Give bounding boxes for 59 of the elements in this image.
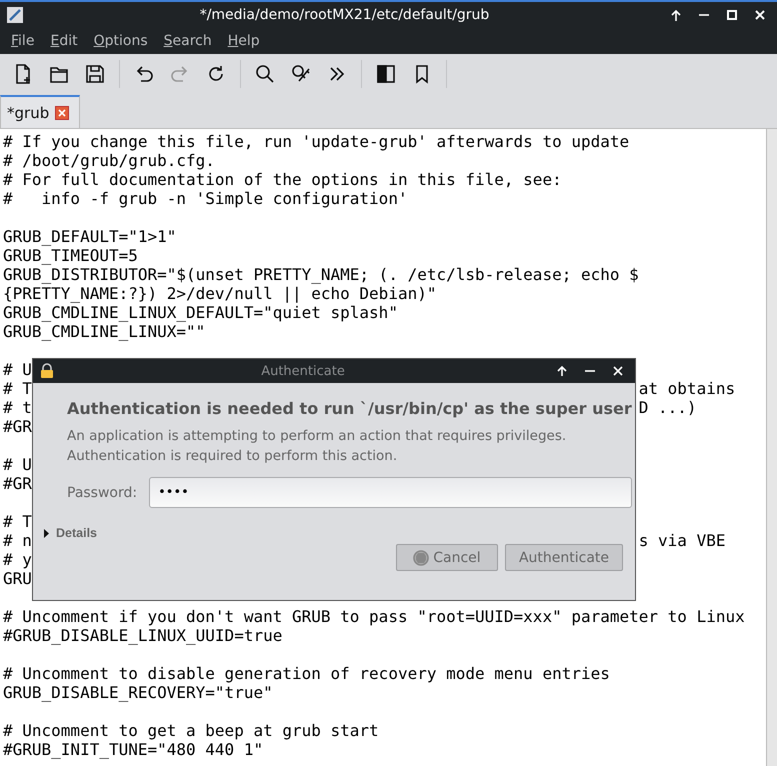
side-pane-icon [375, 62, 397, 84]
code-line: # Uncomment to disable generation of recovery mode menu entries [3, 664, 610, 683]
close-icon [612, 365, 624, 377]
code-line: #GRUB_DISABLE_LINUX_UUID=true [3, 626, 282, 645]
dialog-message: An application is attempting to perform an action that requires privileges. [67, 427, 568, 446]
code-line: #GR [3, 417, 32, 436]
password-label: Password: [67, 484, 138, 500]
file-tab[interactable]: *grub [0, 95, 80, 128]
collapsed-triangle-icon [43, 528, 51, 538]
code-line: # U [3, 455, 32, 474]
code-line: # T [3, 379, 32, 398]
code-line: # t [3, 398, 32, 417]
close-icon [754, 9, 766, 21]
code-line: # info -f grub -n 'Simple configuration' [3, 189, 408, 208]
details-expander[interactable]: Details [43, 526, 97, 540]
code-line: GRUB_CMDLINE_LINUX_DEFAULT="quiet splash" [3, 303, 398, 322]
close-icon [57, 108, 68, 118]
search-icon [254, 62, 276, 84]
code-line: # U [3, 360, 32, 379]
code-line: GRUB_TIMEOUT=5 [3, 246, 138, 265]
menu-item[interactable]: Help [220, 31, 267, 51]
code-line: {PRETTY_NAME:?}) 2>/dev/null || echo Debian)" [3, 284, 436, 303]
menu-item[interactable]: Options [86, 31, 155, 51]
tab-close-button[interactable] [55, 106, 70, 120]
menu-item[interactable]: Search [156, 31, 219, 51]
code-line: at obtains [638, 379, 736, 398]
code-line: D ...) [638, 398, 697, 417]
code-line: GRUB_DEFAULT="1>1" [3, 227, 176, 246]
code-line: # /boot/grub/grub.cfg. [3, 151, 215, 170]
window-title: */media/demo/rootMX21/etc/default/grub [198, 7, 490, 23]
password-field[interactable]: •••• [149, 477, 632, 508]
tab-label: *grub [7, 104, 50, 122]
stop-icon [413, 550, 430, 566]
menu-item[interactable]: Edit [43, 31, 85, 51]
code-line: # If you change this file, run 'update-grub' afterwards to update [3, 132, 630, 151]
up-arrow-icon [670, 8, 682, 22]
menu-item[interactable]: File [4, 31, 42, 51]
code-line: s via VBE [638, 531, 726, 550]
code-line: # y [3, 550, 32, 569]
dialog-heading: Authentication is needed to run `/usr/bin/cp' as the super user [67, 399, 632, 418]
code-line: # Uncomment if you don't want GRUB to pass "root=UUID=xxx" parameter to Linux [3, 607, 745, 626]
find-replace-icon [290, 62, 312, 84]
code-line: # Uncomment to get a beep at grub start [3, 721, 379, 740]
code-line: GRU [3, 569, 32, 588]
code-line: GRUB_DISABLE_RECOVERY="true" [3, 683, 273, 702]
maximize-icon [726, 9, 738, 21]
scrollbar[interactable] [766, 129, 777, 766]
dialog-title: Authenticate [260, 364, 346, 378]
dialog-message: Authentication is required to perform this action. [67, 447, 398, 466]
code-line: GRUB_DISTRIBUTOR="$(unset PRETTY_NAME; (. /etc/lsb-release; echo $ [3, 265, 639, 284]
code-line: GRUB_CMDLINE_LINUX="" [3, 322, 206, 341]
up-arrow-icon [556, 364, 568, 378]
code-line: # For full documentation of the options in this file, see: [3, 170, 562, 189]
code-line: # T [3, 512, 32, 531]
code-line: #GR [3, 474, 32, 493]
code-line: # n [3, 531, 32, 550]
code-line: #GRUB_INIT_TUNE="480 440 1" [3, 740, 264, 759]
lock-icon [39, 363, 55, 379]
save-icon [84, 62, 106, 84]
